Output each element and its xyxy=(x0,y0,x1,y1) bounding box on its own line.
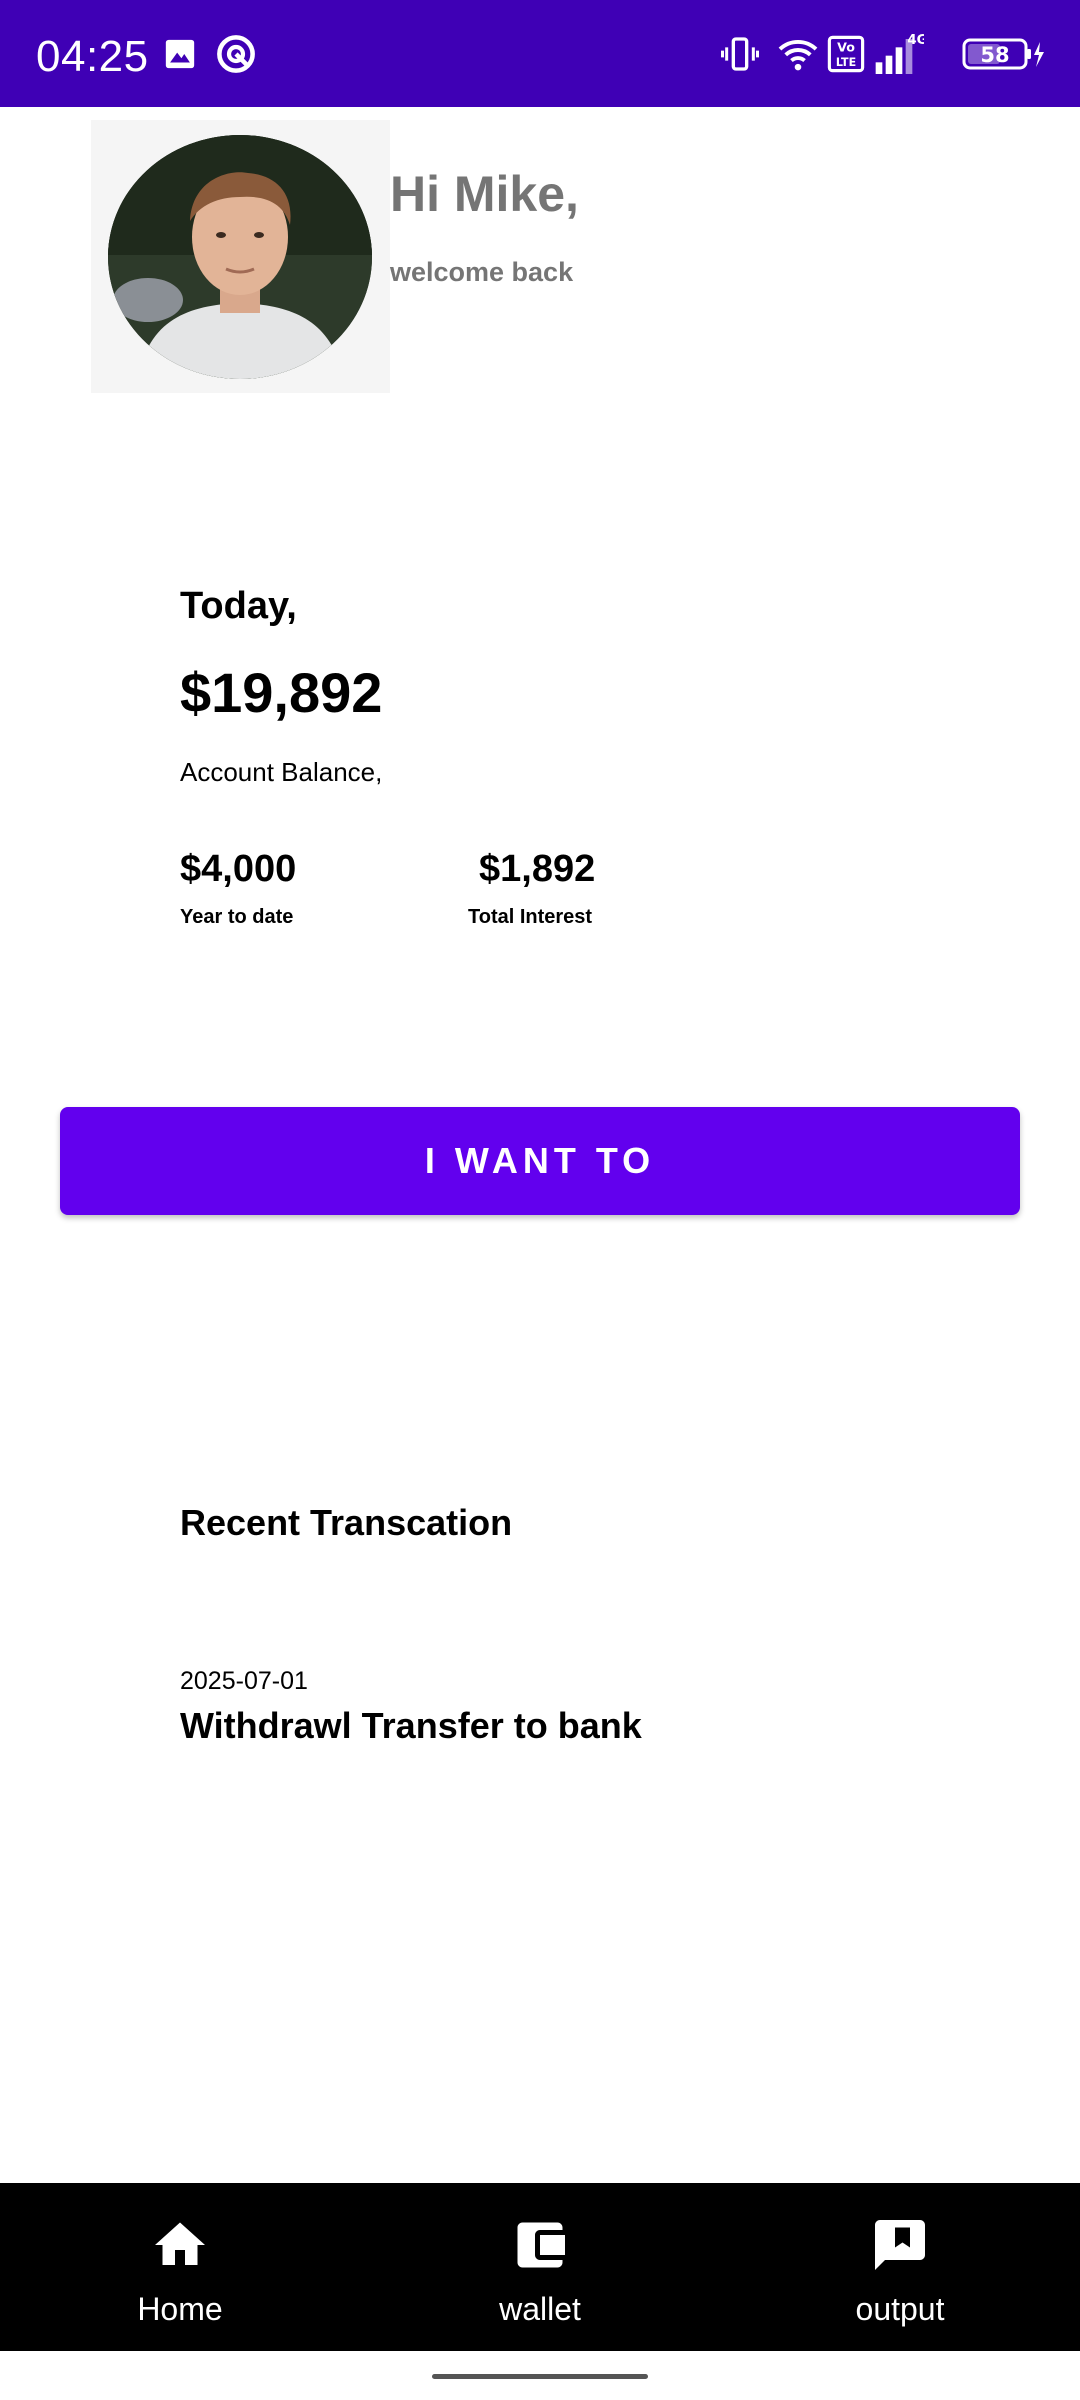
total-interest-value: $1,892 xyxy=(479,848,596,890)
recent-transactions-title: Recent Transcation xyxy=(180,1502,513,1543)
volte-icon: Vo LTE xyxy=(826,32,866,76)
account-balance-label: Account Balance, xyxy=(180,757,383,787)
nav-item-output[interactable]: output xyxy=(720,2183,1080,2351)
total-interest-label: Total Interest xyxy=(468,906,593,928)
nav-label-output: output xyxy=(855,2291,945,2327)
network-label: 4G xyxy=(907,33,924,48)
avatar xyxy=(108,135,372,379)
i-want-to-button[interactable]: I WANT TO xyxy=(60,1107,1020,1215)
cast-icon xyxy=(214,32,258,76)
gallery-icon xyxy=(162,32,198,76)
status-time: 04:25 xyxy=(36,32,149,81)
battery-icon: 58 xyxy=(962,32,1046,76)
wifi-icon xyxy=(776,32,820,76)
nav-item-wallet[interactable]: wallet xyxy=(360,2183,720,2351)
year-to-date-value: $4,000 xyxy=(180,848,297,890)
greeting-subtitle: welcome back xyxy=(390,257,574,287)
charging-icon xyxy=(1034,42,1044,67)
transaction-description: Withdrawl Transfer to bank xyxy=(180,1705,642,1746)
wallet-icon xyxy=(508,2213,572,2277)
account-balance-value: $19,892 xyxy=(180,661,383,724)
status-bar: 04:25 VoLTE 4G 58 xyxy=(0,0,1080,107)
feedback-icon xyxy=(868,2213,932,2277)
today-label: Today, xyxy=(180,585,297,627)
vibrate-icon xyxy=(718,32,762,76)
nav-item-home[interactable]: Home xyxy=(0,2183,360,2351)
svg-text:Vo: Vo xyxy=(837,40,855,55)
bottom-navigation: Home wallet output xyxy=(0,2183,1080,2351)
home-gesture-bar[interactable] xyxy=(432,2374,648,2379)
nav-label-wallet: wallet xyxy=(499,2291,581,2327)
signal-icon: 4G xyxy=(874,32,924,76)
nav-label-home: Home xyxy=(137,2291,223,2327)
svg-text:LTE: LTE xyxy=(836,56,856,69)
greeting-title: Hi Mike, xyxy=(390,166,579,222)
home-icon xyxy=(148,2213,212,2277)
battery-level: 58 xyxy=(980,43,1009,67)
year-to-date-label: Year to date xyxy=(180,906,294,928)
transaction-date: 2025-07-01 xyxy=(180,1667,308,1695)
